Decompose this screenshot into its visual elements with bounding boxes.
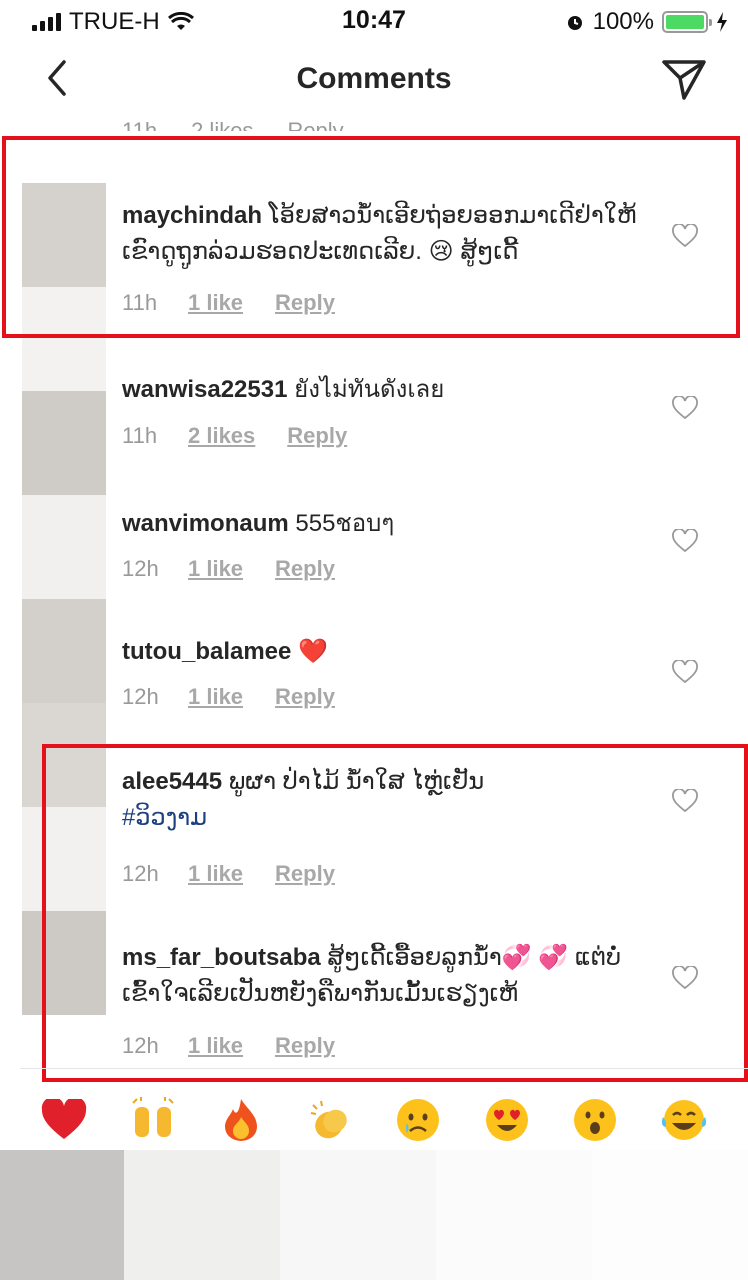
clapping-hands-icon: [310, 1100, 347, 1139]
likes-link[interactable]: 2 likes: [188, 423, 255, 449]
comment-username[interactable]: tutou_balamee: [122, 638, 291, 665]
heart-icon[interactable]: [672, 789, 698, 813]
comment-time: 11h: [122, 118, 158, 143]
heart-icon[interactable]: [672, 966, 698, 990]
comment-body: 555ชอบๆ: [295, 510, 395, 537]
comment-username[interactable]: alee5445: [122, 768, 222, 795]
likes-link[interactable]: 1 like: [188, 556, 243, 582]
raised-hands-icon: [132, 1097, 174, 1137]
comment-meta: 12h 1 like Reply: [122, 684, 335, 710]
battery-percent: 100%: [592, 8, 654, 35]
comment-text: wanvimonaum 555ชอบๆ: [122, 506, 642, 542]
reply-link[interactable]: Reply: [275, 556, 335, 582]
surprised-face-emoji-button[interactable]: [567, 1092, 623, 1148]
likes-link[interactable]: 1 like: [188, 861, 243, 887]
raised-hands-emoji-button[interactable]: [125, 1092, 181, 1148]
comment-time: 11h: [122, 290, 158, 315]
header: Comments: [0, 40, 748, 122]
comment-time: 11h: [122, 423, 158, 448]
comment-text: wanwisa22531 ยังไม่ทันดังเลย: [122, 372, 642, 408]
avatar[interactable]: [22, 703, 106, 807]
reply-link[interactable]: Reply: [275, 290, 335, 316]
comment-input-area[interactable]: [0, 1150, 748, 1280]
status-bar: TRUE-H 10:47 100%: [0, 0, 748, 40]
comment-text: alee5445 ພູຜາ ປ່າໄມ້ ນ້ຳໃສ ໄຫຼ່ເຢັນ #ວິວ…: [122, 764, 642, 836]
heart-eyes-face-icon: [485, 1099, 528, 1141]
comment-username[interactable]: ms_far_boutsaba: [122, 944, 321, 971]
avatar[interactable]: [22, 391, 106, 495]
heart-eyes-emoji-button[interactable]: [479, 1092, 535, 1148]
comment-text: tutou_balamee ❤️: [122, 634, 642, 670]
avatar-placeholder: [22, 807, 106, 911]
avatar: [0, 1150, 124, 1280]
comment-text: ms_far_boutsaba ສູ້ໆເດີ້ເອື້ອຍລູກນ້ຳ💞 💞 …: [122, 940, 642, 1012]
red-heart-icon: [42, 1099, 87, 1139]
comment-username[interactable]: wanvimonaum: [122, 510, 289, 537]
avatar[interactable]: [22, 911, 106, 1015]
emoji-reaction-bar: [0, 1090, 748, 1150]
heart-icon[interactable]: [672, 529, 698, 553]
reply-link[interactable]: Reply: [287, 423, 347, 449]
hashtag-link[interactable]: #ວິວງາມ: [122, 804, 207, 831]
comment-time: 12h: [122, 684, 159, 709]
cutoff-meta-row: 11h 2 likes Reply: [122, 118, 344, 143]
reply-link[interactable]: Reply: [275, 1033, 335, 1059]
comment-time: 12h: [122, 1033, 159, 1058]
comment-meta: 11h 2 likes Reply: [122, 423, 347, 449]
heart-emoji-button[interactable]: [36, 1092, 92, 1148]
comment-meta: 11h 1 like Reply: [122, 290, 335, 316]
alarm-icon: [567, 16, 582, 30]
comment-meta: 12h 1 like Reply: [122, 861, 335, 887]
fire-emoji-button[interactable]: [213, 1092, 269, 1148]
crying-face-emoji-button[interactable]: [390, 1092, 446, 1148]
likes-link[interactable]: 1 like: [188, 684, 243, 710]
comment-body: ยังไม่ทันดังเลย: [294, 376, 445, 403]
heart-icon[interactable]: [672, 660, 698, 684]
heart-icon[interactable]: [672, 224, 698, 248]
reply-link[interactable]: Reply: [287, 118, 343, 131]
avatar-placeholder: [22, 287, 106, 391]
comment-time: 12h: [122, 556, 159, 581]
clapping-hands-emoji-button[interactable]: [302, 1092, 358, 1148]
likes-link[interactable]: 2 likes: [191, 118, 253, 131]
paper-plane-icon: [662, 60, 706, 100]
comment-body: ❤️: [298, 638, 328, 665]
battery-icon: [662, 11, 712, 33]
heart-icon[interactable]: [672, 396, 698, 420]
avatar-placeholder: [22, 495, 106, 599]
comment-username[interactable]: maychindah: [122, 202, 262, 229]
fire-icon: [225, 1099, 258, 1141]
reply-link[interactable]: Reply: [275, 861, 335, 887]
divider: [20, 1068, 748, 1069]
likes-link[interactable]: 1 like: [188, 1033, 243, 1059]
comment-body: ພູຜາ ປ່າໄມ້ ນ້ຳໃສ ໄຫຼ່ເຢັນ: [228, 768, 485, 795]
comment-meta: 12h 1 like Reply: [122, 556, 335, 582]
comment-username[interactable]: wanwisa22531: [122, 376, 287, 403]
surprised-face-icon: [574, 1099, 617, 1141]
reply-link[interactable]: Reply: [275, 684, 335, 710]
tears-of-joy-face-icon: [661, 1100, 706, 1140]
comment-time: 12h: [122, 861, 159, 886]
crying-face-icon: [397, 1099, 440, 1141]
avatar[interactable]: [22, 183, 106, 287]
comment-meta: 12h 1 like Reply: [122, 1033, 335, 1059]
likes-link[interactable]: 1 like: [188, 290, 243, 316]
charging-icon: [717, 12, 727, 32]
comment-text: maychindah ໂອ້ຍສາວນ້ຳເອີຍຖ່ອຍອອກມາເດີຢ່າ…: [122, 198, 642, 270]
share-button[interactable]: [660, 56, 710, 102]
tears-of-joy-emoji-button[interactable]: [656, 1092, 712, 1148]
page-title: Comments: [296, 62, 452, 95]
avatar[interactable]: [22, 599, 106, 703]
